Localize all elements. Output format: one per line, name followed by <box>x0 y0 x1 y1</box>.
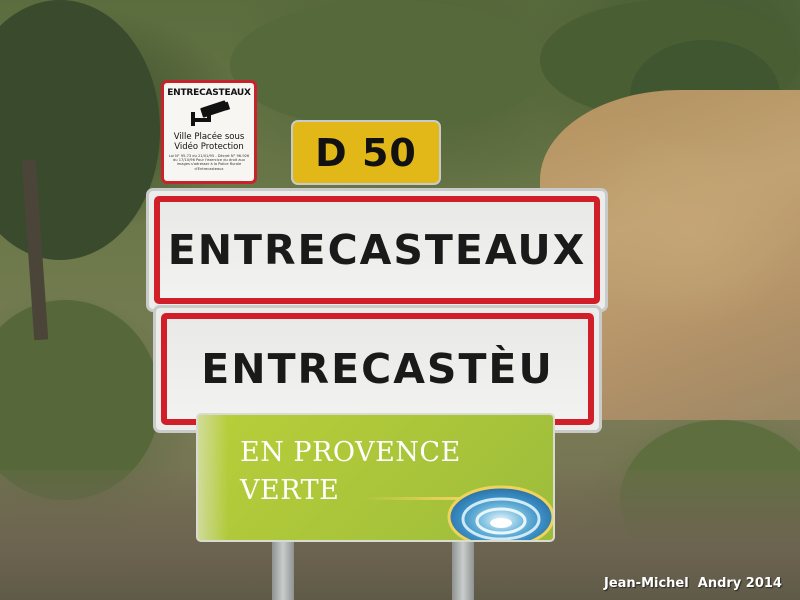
town-name-provencal: ENTRECASTÈU <box>201 345 554 393</box>
sign-highlight <box>198 415 228 540</box>
photo-credit: Jean-Michel Andry 2014 <box>604 576 782 591</box>
roadside-scene: ENTRECASTEAUX Ville Placée sous Vidéo Pr… <box>0 0 800 600</box>
bush <box>230 0 550 130</box>
town-name-french: ENTRECASTEAUX <box>167 226 587 274</box>
provence-verte-sign: EN PROVENCE VERTE <box>196 413 555 542</box>
water-swirl-icon <box>447 485 553 540</box>
road-number-sign: D 50 <box>291 120 441 185</box>
surveillance-sign-title: ENTRECASTEAUX <box>167 88 251 98</box>
surveillance-line-2: Vidéo Protection <box>174 142 244 152</box>
provence-line-2: VERTE <box>240 475 340 506</box>
surveillance-line-1: Ville Placée sous <box>173 132 245 142</box>
provence-line-1: EN PROVENCE <box>240 437 461 468</box>
video-surveillance-sign: ENTRECASTEAUX Ville Placée sous Vidéo Pr… <box>161 80 257 184</box>
surveillance-fine-print: Loi N° 95-73 du 21/01/95 - Décret N° 96-… <box>168 154 250 171</box>
town-sign-red-border: ENTRECASTEAUX <box>154 196 600 304</box>
road-number: D 50 <box>315 130 417 175</box>
cctv-camera-icon <box>191 100 231 126</box>
town-sign-red-border: ENTRECASTÈU <box>161 313 594 425</box>
town-entry-sign-french: ENTRECASTEAUX <box>146 188 608 312</box>
